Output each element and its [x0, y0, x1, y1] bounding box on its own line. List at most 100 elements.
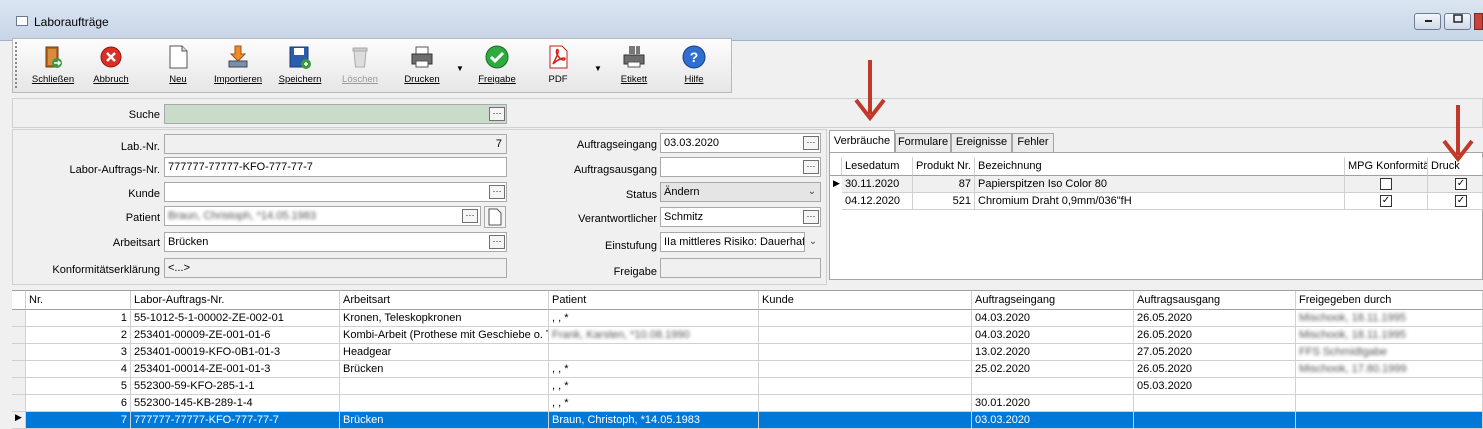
table-cell-freigabe[interactable]: Mischook, 18.11.1995 — [1296, 310, 1483, 327]
table-cell-nr[interactable]: 7 — [26, 412, 131, 429]
auftragseingang-field[interactable]: 03.03.2020 — [660, 133, 821, 153]
status-chevron-down-icon[interactable]: ⌄ — [804, 183, 820, 201]
orders-row-header[interactable] — [12, 378, 26, 395]
table-cell-eingang[interactable]: 04.03.2020 — [972, 327, 1134, 344]
table-cell-patient[interactable]: Braun, Christoph, *14.05.1983 — [549, 412, 759, 429]
einstufung-select[interactable]: IIa mittleres Risiko: Dauerhafte — [660, 232, 805, 252]
table-cell-freigabe[interactable]: Mischook, 18.11.1995 — [1296, 327, 1483, 344]
mpg-checkbox[interactable]: ✓ — [1380, 195, 1392, 207]
pdf-button[interactable]: PDF — [540, 42, 576, 90]
table-cell-auftrag[interactable]: 253401-00019-KFO-0B1-01-3 — [131, 344, 340, 361]
table-cell-nr[interactable]: 4 — [26, 361, 131, 378]
table-cell-freigabe[interactable]: FFS Schmidtgabe — [1296, 344, 1483, 361]
orders-header-ausgang[interactable]: Auftragsausgang — [1134, 291, 1296, 310]
table-cell-patient[interactable]: , , * — [549, 378, 759, 395]
table-cell-kunde[interactable] — [759, 344, 972, 361]
delete-button[interactable]: Löschen — [338, 42, 382, 90]
table-cell-ausgang[interactable] — [1134, 412, 1296, 429]
maximize-button[interactable] — [1444, 13, 1471, 30]
verbrauch-cell[interactable]: 04.12.2020 — [842, 193, 913, 210]
orders-header-freigabe[interactable]: Freigegeben durch — [1296, 291, 1483, 310]
table-cell-auftrag[interactable]: 55-1012-5-1-00002-ZE-002-01 — [131, 310, 340, 327]
verbrauch-header-mpg[interactable]: MPG Konformität — [1345, 157, 1428, 176]
druck-checkbox[interactable]: ✓ — [1455, 195, 1467, 207]
table-cell-eingang[interactable]: 03.03.2020 — [972, 412, 1134, 429]
table-cell-ausgang[interactable]: 26.05.2020 — [1134, 361, 1296, 378]
table-cell-patient[interactable] — [549, 344, 759, 361]
table-cell-arbeitsart[interactable] — [340, 378, 549, 395]
table-cell-kunde[interactable] — [759, 310, 972, 327]
orders-header-nr[interactable]: Nr. — [26, 291, 131, 310]
table-cell-nr[interactable]: 5 — [26, 378, 131, 395]
verbrauch-cell[interactable]: 521 — [913, 193, 975, 210]
release-button[interactable]: Freigabe — [474, 42, 520, 90]
tab-verbraeuche[interactable]: Verbräuche — [829, 130, 895, 153]
lab-nr-field[interactable]: 7 — [164, 134, 507, 154]
verbrauch-cell[interactable]: Papierspitzen Iso Color 80 — [975, 176, 1345, 193]
table-cell-kunde[interactable] — [759, 412, 972, 429]
table-cell-patient[interactable]: , , * — [549, 361, 759, 378]
orders-row-header[interactable] — [12, 344, 26, 361]
orders-row-header[interactable] — [12, 327, 26, 344]
table-cell-freigabe[interactable]: Mischook, 17.80.1999 — [1296, 361, 1483, 378]
verbrauch-cell[interactable]: 30.11.2020 — [842, 176, 913, 193]
orders-row-header[interactable] — [12, 395, 26, 412]
arbeitsart-ellipsis-button[interactable]: ··· — [489, 235, 505, 249]
orders-header-patient[interactable]: Patient — [549, 291, 759, 310]
label-button[interactable]: Etikett — [612, 42, 656, 90]
kunde-field[interactable] — [164, 182, 507, 202]
auftrags-nr-field[interactable]: 777777-77777-KFO-777-77-7 — [164, 157, 507, 177]
orders-row-header[interactable] — [12, 361, 26, 378]
table-cell-eingang[interactable]: 25.02.2020 — [972, 361, 1134, 378]
verantwortlicher-field[interactable]: Schmitz — [660, 207, 821, 227]
table-cell-ausgang[interactable]: 05.03.2020 — [1134, 378, 1296, 395]
print-dropdown-arrow-icon[interactable]: ▼ — [456, 64, 464, 73]
search-ellipsis-button[interactable]: ··· — [489, 107, 505, 121]
table-cell-kunde[interactable] — [759, 327, 972, 344]
table-cell-kunde[interactable] — [759, 378, 972, 395]
table-cell-auftrag[interactable]: 253401-00014-ZE-001-01-3 — [131, 361, 340, 378]
table-cell-patient[interactable]: , , * — [549, 310, 759, 327]
search-input[interactable] — [164, 104, 507, 124]
table-cell-arbeitsart[interactable]: Brücken — [340, 361, 549, 378]
table-cell-kunde[interactable] — [759, 395, 972, 412]
konformitaet-field[interactable]: <...> — [164, 258, 507, 278]
patient-ellipsis-button[interactable]: ··· — [462, 209, 478, 223]
toolbar-grip[interactable] — [15, 42, 20, 88]
table-cell-nr[interactable]: 2 — [26, 327, 131, 344]
new-button[interactable]: Neu — [160, 42, 196, 90]
table-cell-eingang[interactable]: 04.03.2020 — [972, 310, 1134, 327]
close-button[interactable] — [1474, 13, 1483, 30]
verbrauch-cell[interactable]: Chromium Draht 0,9mm/036"fH — [975, 193, 1345, 210]
tab-formulare[interactable]: Formulare — [895, 133, 951, 152]
druck-checkbox[interactable]: ✓ — [1455, 178, 1467, 190]
arbeitsart-field[interactable]: Brücken — [164, 232, 507, 252]
table-cell-patient[interactable]: Frank, Karsten, *10.08.1990 — [549, 327, 759, 344]
table-cell-nr[interactable]: 3 — [26, 344, 131, 361]
table-cell-eingang[interactable]: 13.02.2020 — [972, 344, 1134, 361]
auftragseingang-ellipsis-button[interactable]: ··· — [803, 136, 819, 150]
einstufung-chevron-down-icon[interactable]: ⌄ — [805, 233, 821, 251]
orders-row-header[interactable] — [12, 310, 26, 327]
table-cell-auftrag[interactable]: 552300-145-KB-289-1-4 — [131, 395, 340, 412]
verbrauch-header-bezeichnung[interactable]: Bezeichnung — [975, 157, 1345, 176]
table-cell-auftrag[interactable]: 777777-77777-KFO-777-77-7 — [131, 412, 340, 429]
table-cell-patient[interactable]: , , * — [549, 395, 759, 412]
table-cell-nr[interactable]: 1 — [26, 310, 131, 327]
freigabe-field[interactable] — [660, 258, 821, 278]
table-cell-nr[interactable]: 6 — [26, 395, 131, 412]
tab-ereignisse[interactable]: Ereignisse — [951, 133, 1012, 152]
close-button-toolbar[interactable]: Schließen — [28, 42, 78, 90]
table-cell-arbeitsart[interactable]: Kronen, Teleskopkronen — [340, 310, 549, 327]
table-cell-arbeitsart[interactable] — [340, 395, 549, 412]
table-cell-ausgang[interactable]: 26.05.2020 — [1134, 310, 1296, 327]
table-cell-freigabe[interactable] — [1296, 378, 1483, 395]
table-cell-eingang[interactable]: 30.01.2020 — [972, 395, 1134, 412]
table-cell-eingang[interactable] — [972, 378, 1134, 395]
verbrauch-header-produkt[interactable]: Produkt Nr. — [913, 157, 975, 176]
status-select[interactable]: Ändern — [660, 182, 821, 202]
table-cell-ausgang[interactable]: 27.05.2020 — [1134, 344, 1296, 361]
auftragsausgang-ellipsis-button[interactable]: ··· — [803, 160, 819, 174]
verantwortlicher-ellipsis-button[interactable]: ··· — [803, 210, 819, 224]
verbrauch-header-lesedatum[interactable]: Lesedatum — [842, 157, 913, 176]
